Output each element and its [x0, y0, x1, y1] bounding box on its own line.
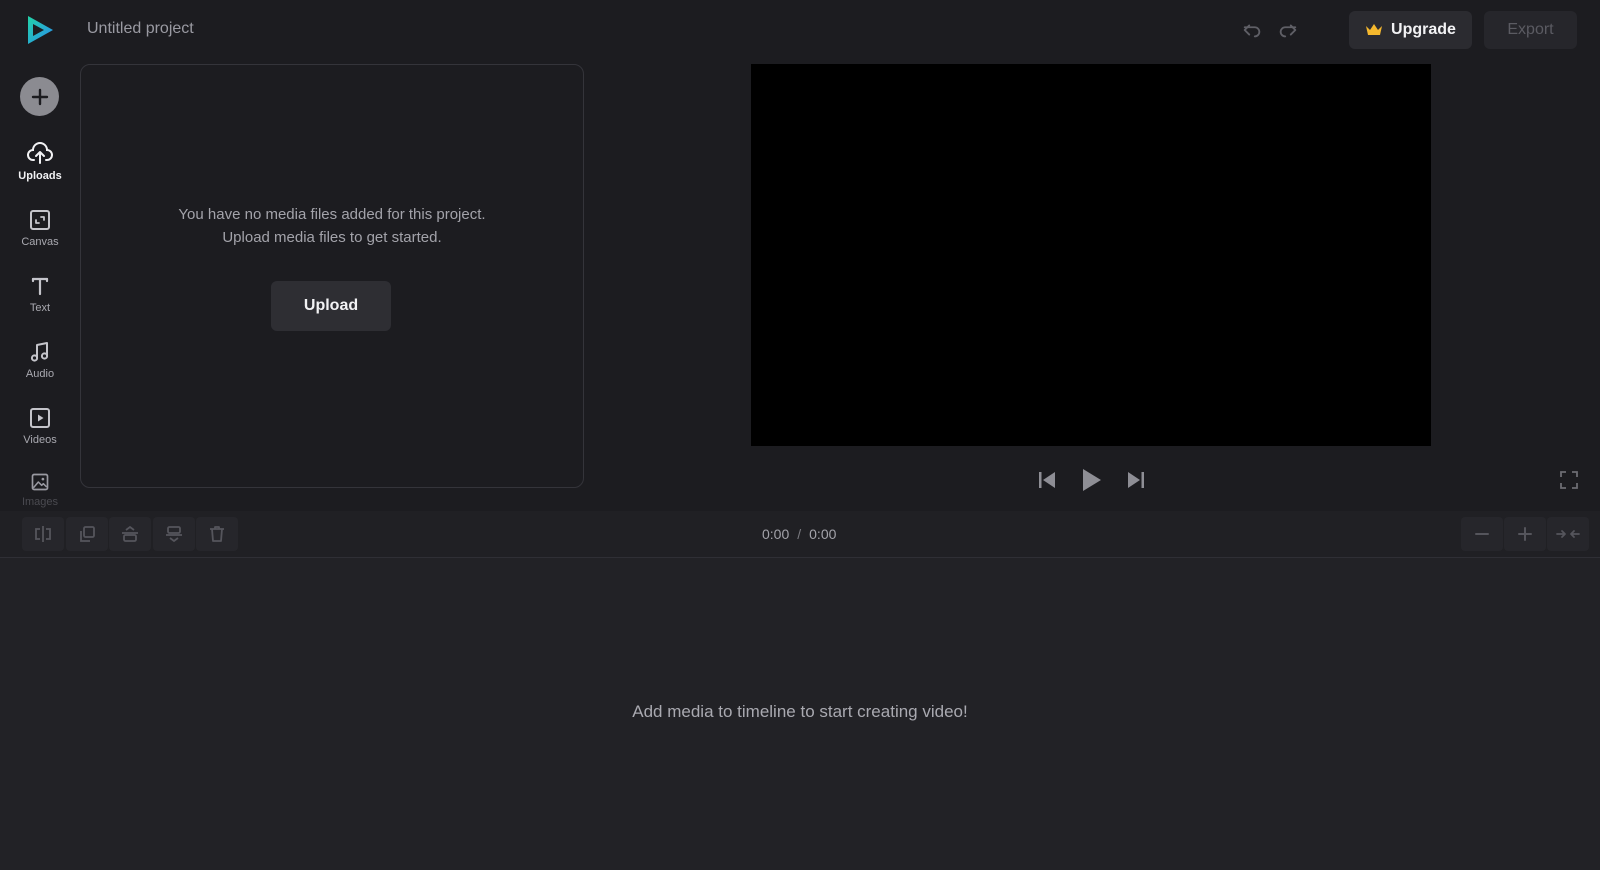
skip-back-icon — [1039, 472, 1055, 488]
video-editor-app: Untitled project Upgrade Export Uploads … — [0, 0, 1600, 870]
sidebar-item-label: Canvas — [21, 236, 59, 248]
time-separator: / — [797, 526, 802, 542]
sidebar-item-videos[interactable]: Videos — [10, 406, 70, 462]
upload-button[interactable]: Upload — [271, 281, 391, 331]
export-button[interactable]: Export — [1484, 11, 1577, 49]
redo-button[interactable] — [1276, 18, 1300, 42]
empty-media-message: You have no media files added for this p… — [81, 203, 583, 249]
skip-to-start-button[interactable] — [1033, 466, 1061, 494]
empty-message-line-2: Upload media files to get started. — [222, 229, 442, 246]
minus-icon — [1475, 533, 1489, 535]
split-icon — [35, 526, 51, 542]
move-up-layer-button[interactable] — [109, 517, 151, 551]
sidebar-item-label: Images — [21, 496, 59, 508]
skip-to-end-button[interactable] — [1122, 466, 1150, 494]
fullscreen-button[interactable] — [1555, 466, 1583, 494]
crown-icon — [1366, 24, 1383, 35]
move-down-layer-button[interactable] — [153, 517, 195, 551]
image-icon — [31, 473, 49, 491]
layer-down-icon — [166, 526, 182, 543]
timeline-area[interactable]: Add media to timeline to start creating … — [0, 558, 1600, 870]
redo-icon — [1279, 24, 1297, 38]
timeline-empty-message: Add media to timeline to start creating … — [632, 702, 968, 721]
video-icon — [30, 408, 50, 428]
sidebar-item-images[interactable]: Images — [10, 472, 70, 508]
sidebar-item-label: Audio — [25, 368, 55, 380]
fit-timeline-button[interactable] — [1547, 517, 1589, 551]
play-icon — [1083, 469, 1101, 491]
project-title[interactable]: Untitled project — [87, 20, 194, 38]
skip-forward-icon — [1128, 472, 1144, 488]
duplicate-icon — [80, 526, 95, 542]
fullscreen-icon — [1560, 471, 1578, 489]
empty-message-line-1: You have no media files added for this p… — [178, 206, 486, 223]
current-time: 0:00 — [762, 526, 790, 542]
layer-up-icon — [122, 525, 138, 542]
music-note-icon — [30, 342, 49, 362]
top-header: Untitled project Upgrade Export — [0, 0, 1600, 60]
plus-icon — [31, 88, 48, 105]
sidebar-item-label: Text — [29, 302, 51, 314]
add-button[interactable] — [20, 77, 59, 116]
trash-icon — [210, 526, 224, 542]
split-button[interactable] — [22, 517, 64, 551]
total-time: 0:00 — [809, 526, 837, 542]
play-button[interactable] — [1077, 466, 1105, 494]
text-icon — [31, 277, 49, 296]
sidebar-item-canvas[interactable]: Canvas — [10, 208, 70, 264]
upload-cloud-icon — [27, 142, 53, 164]
canvas-icon — [30, 210, 50, 230]
app-logo[interactable] — [24, 14, 56, 46]
media-panel: You have no media files added for this p… — [80, 64, 584, 488]
upgrade-label: Upgrade — [1391, 21, 1456, 38]
undo-icon — [1243, 24, 1261, 38]
play-logo-icon — [28, 16, 53, 44]
video-preview-canvas[interactable] — [751, 64, 1431, 446]
sidebar-item-label: Videos — [23, 434, 57, 446]
timeline-toolbar: 0:00 / 0:00 — [0, 511, 1600, 558]
plus-icon — [1518, 527, 1532, 541]
undo-button[interactable] — [1240, 18, 1264, 42]
playback-time: 0:00 / 0:00 — [762, 526, 836, 542]
duplicate-button[interactable] — [66, 517, 108, 551]
delete-button[interactable] — [196, 517, 238, 551]
sidebar-item-text[interactable]: Text — [10, 274, 70, 330]
sidebar-item-audio[interactable]: Audio — [10, 340, 70, 396]
upgrade-button[interactable]: Upgrade — [1349, 11, 1472, 49]
zoom-in-button[interactable] — [1504, 517, 1546, 551]
sidebar-item-label: Uploads — [18, 170, 62, 182]
zoom-out-button[interactable] — [1461, 517, 1503, 551]
sidebar-item-uploads[interactable]: Uploads — [10, 142, 70, 198]
collapse-arrows-icon — [1556, 530, 1580, 538]
